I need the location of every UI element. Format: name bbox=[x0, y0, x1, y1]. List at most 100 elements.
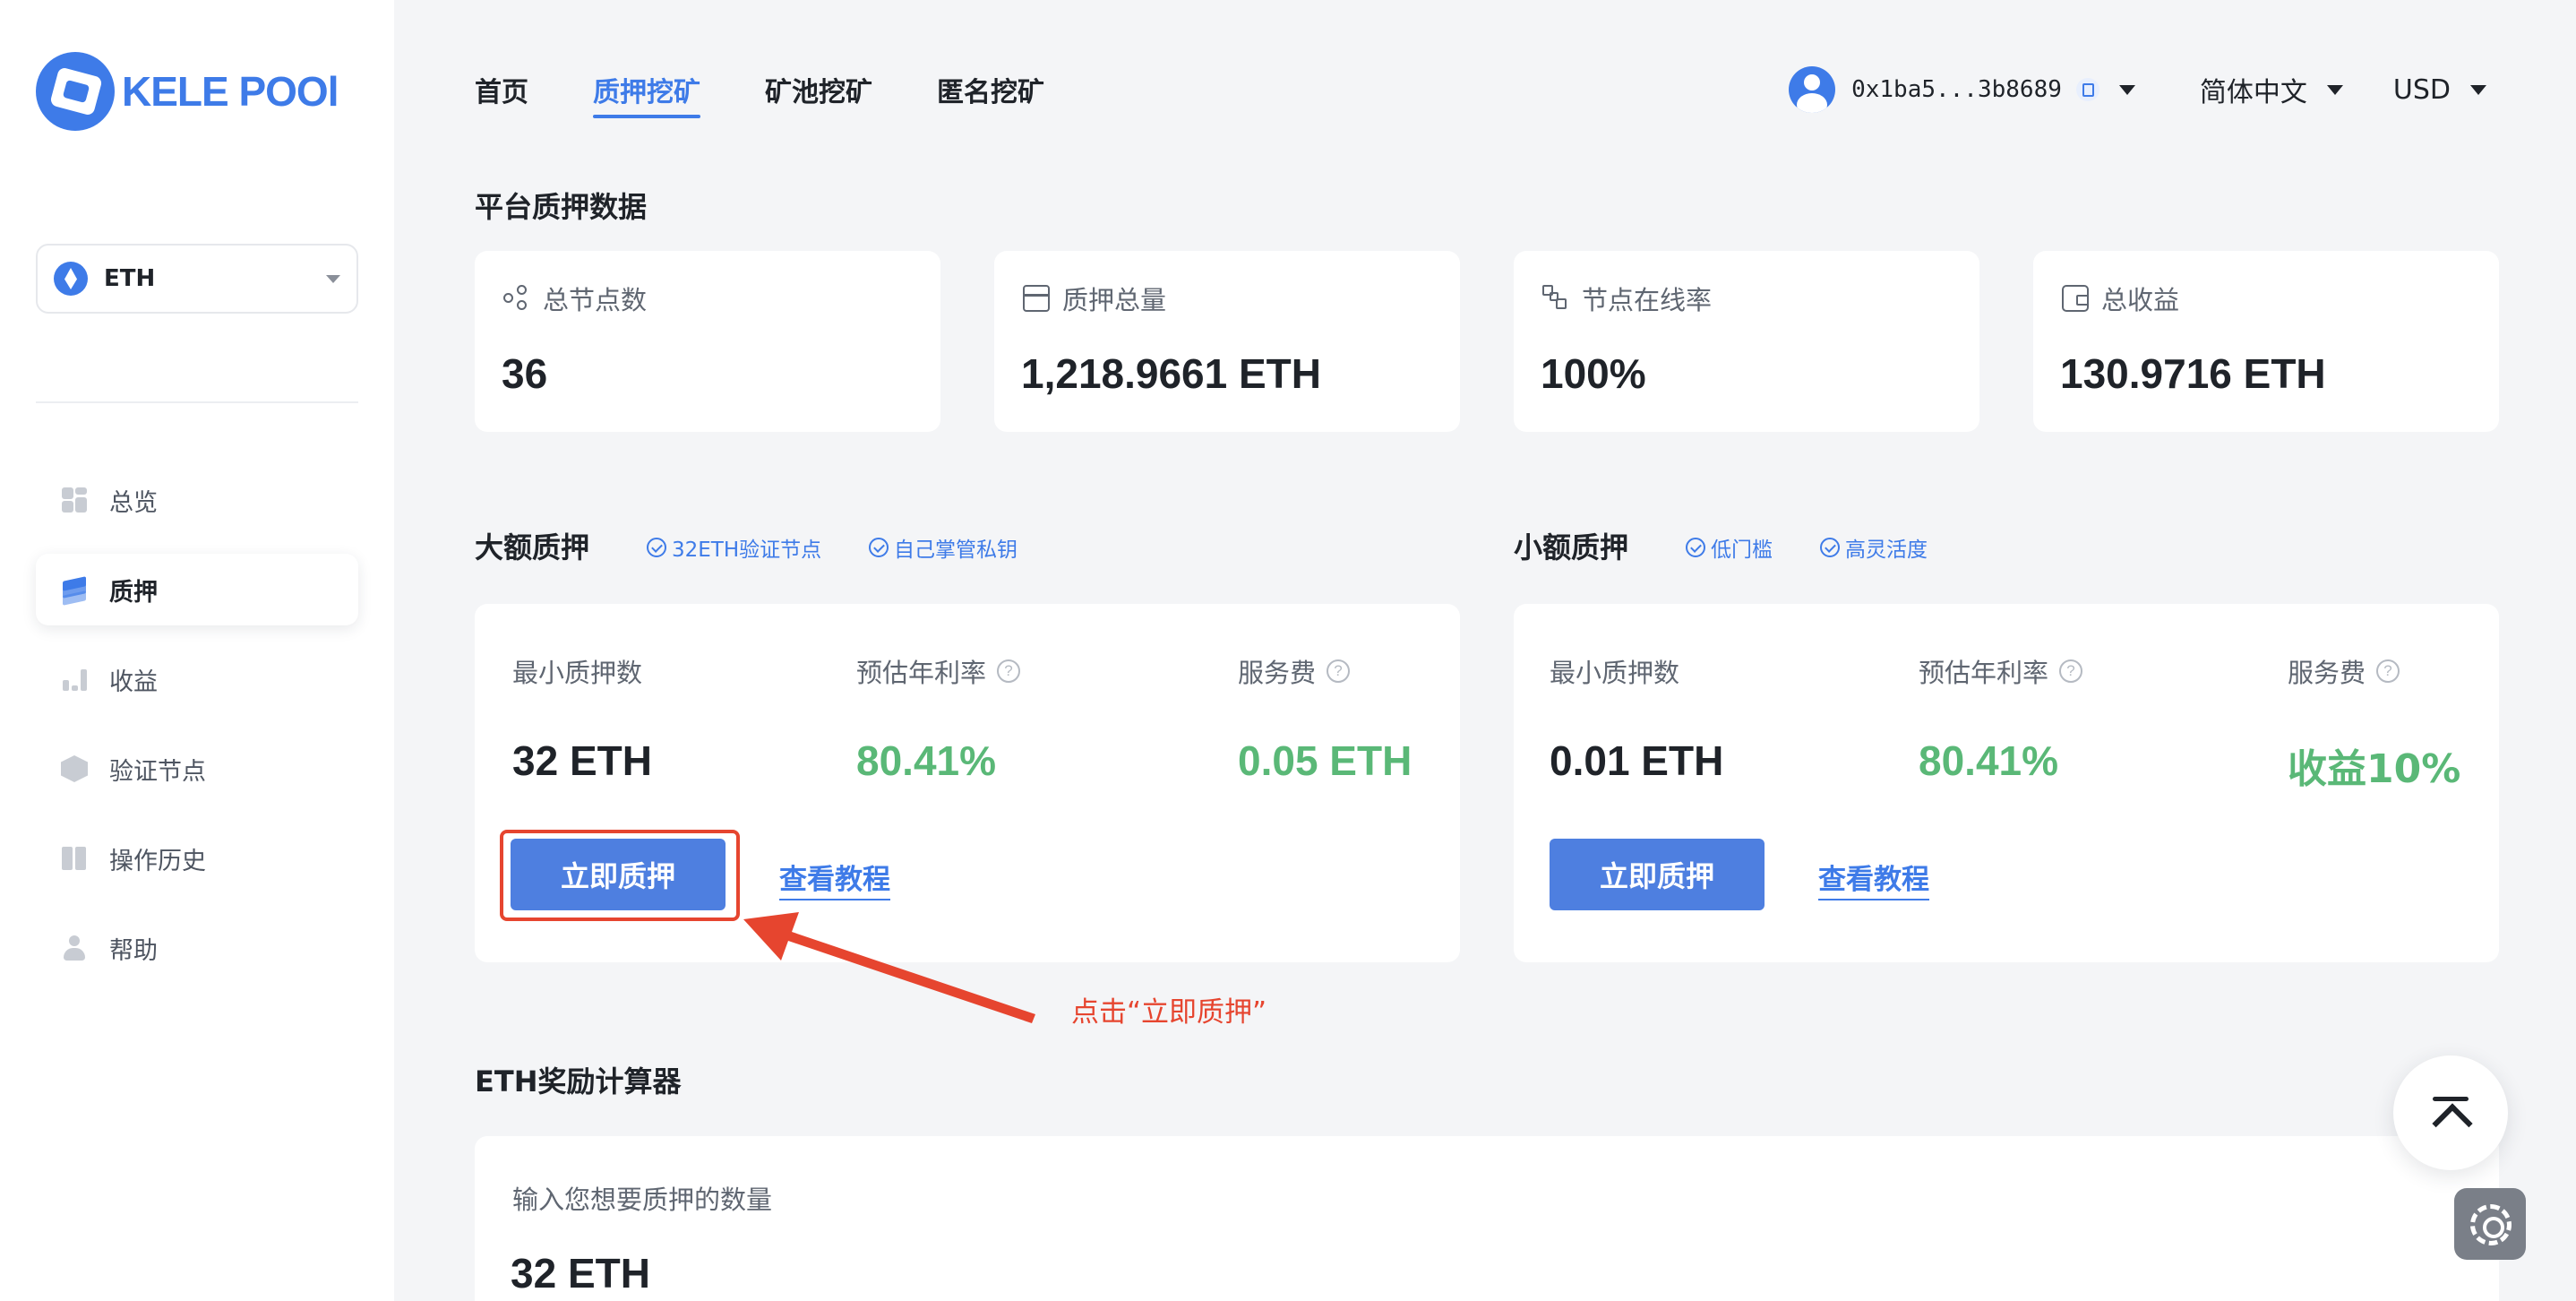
coin-select[interactable]: ETH bbox=[36, 244, 358, 314]
sidebar-item-earnings[interactable]: 收益 bbox=[36, 643, 358, 715]
stake-amount-input[interactable]: 32 ETH bbox=[511, 1249, 650, 1297]
calculator-card: 输入您想要质押的数量 32 ETH bbox=[475, 1136, 2499, 1301]
logo-text: KELE POOl bbox=[122, 68, 339, 115]
book-icon bbox=[61, 845, 88, 872]
stat-value: 36 bbox=[502, 350, 548, 397]
top-nav: 首页 质押挖矿 矿池挖矿 匿名挖矿 bbox=[475, 70, 1109, 118]
apr-label: 预估年利率 bbox=[1919, 658, 2049, 688]
sidebar-item-history[interactable]: 操作历史 bbox=[36, 823, 358, 894]
check-circle-icon bbox=[1820, 538, 1840, 557]
sidebar-item-label: 操作历史 bbox=[109, 847, 206, 875]
stake-now-button[interactable]: 立即质押 bbox=[1550, 839, 1765, 910]
feature-tag-label: 32ETH验证节点 bbox=[672, 538, 822, 562]
stat-label: 质押总量 bbox=[1062, 285, 1167, 315]
help-icon[interactable]: ? bbox=[997, 659, 1021, 683]
min-stake-label: 最小质押数 bbox=[512, 658, 643, 688]
platform-stats-title: 平台质押数据 bbox=[475, 190, 648, 224]
stat-card-total-staked: 质押总量 1,218.9661 ETH bbox=[994, 251, 1460, 432]
box-icon bbox=[1023, 285, 1050, 312]
tab-staking[interactable]: 质押挖矿 bbox=[593, 70, 700, 118]
fee-label: 服务费 bbox=[2288, 658, 2366, 688]
sidebar-item-validators[interactable]: 验证节点 bbox=[36, 733, 358, 805]
brand-logo[interactable]: KELE POOl bbox=[36, 52, 339, 131]
feature-tag: 高灵活度 bbox=[1820, 532, 1928, 563]
help-icon[interactable]: ? bbox=[2059, 659, 2083, 683]
user-icon bbox=[61, 935, 88, 961]
feature-tag-label: 低门槛 bbox=[1711, 538, 1773, 562]
fee-value: 0.05 ETH bbox=[1238, 737, 1413, 784]
fee-block: 服务费? 0.05 ETH bbox=[1238, 652, 1412, 785]
check-circle-icon bbox=[1686, 538, 1705, 557]
help-icon[interactable]: ? bbox=[1327, 659, 1351, 683]
annotation-arrow-icon bbox=[743, 912, 1035, 1023]
sidebar-item-label: 质押 bbox=[109, 578, 158, 607]
eth-icon bbox=[54, 262, 88, 296]
avatar[interactable] bbox=[1789, 66, 1836, 113]
fee-value: 收益10% bbox=[2288, 746, 2461, 792]
annotation-text: 点击“立即质押” bbox=[1071, 996, 1267, 1029]
fee-label: 服务费 bbox=[1238, 658, 1317, 688]
view-tutorial-link[interactable]: 查看教程 bbox=[779, 857, 890, 900]
stat-card-online-rate: 节点在线率 100% bbox=[1514, 251, 1979, 432]
sidebar-divider bbox=[36, 401, 358, 403]
sidebar-item-overview[interactable]: 总览 bbox=[36, 464, 358, 536]
copy-icon[interactable] bbox=[2075, 78, 2099, 101]
header-actions: 0x1ba5...3b8689 简体中文 USD bbox=[1789, 65, 2486, 115]
calculator-title: ETH奖励计算器 bbox=[475, 1064, 682, 1099]
apr-label: 预估年利率 bbox=[856, 658, 987, 688]
sidebar-item-label: 验证节点 bbox=[109, 757, 206, 786]
help-icon[interactable]: ? bbox=[2376, 659, 2400, 683]
nodes-icon bbox=[503, 285, 530, 312]
stat-card-total-earnings: 总收益 130.9716 ETH bbox=[2033, 251, 2499, 432]
layers-icon bbox=[61, 576, 88, 606]
tab-pool-mining[interactable]: 矿池挖矿 bbox=[765, 70, 872, 118]
sidebar-item-label: 总览 bbox=[109, 488, 158, 517]
settings-gear-icon[interactable] bbox=[2454, 1188, 2526, 1260]
back-to-top-button[interactable] bbox=[2393, 1055, 2508, 1170]
stat-value: 130.9716 ETH bbox=[2060, 350, 2326, 397]
stat-value: 1,218.9661 ETH bbox=[1021, 350, 1322, 397]
stat-label: 总节点数 bbox=[543, 285, 648, 315]
min-stake-block: 最小质押数 32 ETH bbox=[512, 652, 652, 785]
chevron-down-icon[interactable] bbox=[2470, 84, 2486, 95]
annotation-highlight-box bbox=[500, 830, 740, 921]
sidebar-item-pledge[interactable]: 质押 bbox=[36, 554, 358, 625]
check-circle-icon bbox=[647, 538, 666, 557]
language-select[interactable]: 简体中文 bbox=[2200, 70, 2307, 109]
check-circle-icon bbox=[869, 538, 889, 557]
sidebar-item-help[interactable]: 帮助 bbox=[36, 912, 358, 984]
sidebar-item-label: 收益 bbox=[109, 668, 158, 696]
feature-tag: 32ETH验证节点 bbox=[647, 532, 821, 563]
tab-anonymous-mining[interactable]: 匿名挖矿 bbox=[937, 70, 1044, 118]
min-stake-block: 最小质押数 0.01 ETH bbox=[1550, 652, 1723, 785]
view-tutorial-link[interactable]: 查看教程 bbox=[1818, 857, 1929, 900]
sidebar-nav: 总览 质押 收益 验证节点 操作历史 帮助 bbox=[36, 464, 358, 1002]
cube-icon bbox=[61, 755, 88, 782]
apr-value: 80.41% bbox=[1919, 737, 2059, 784]
fee-block: 服务费? 收益10% bbox=[2288, 652, 2460, 794]
feature-tag-label: 自己掌管私钥 bbox=[894, 538, 1018, 562]
stat-label: 节点在线率 bbox=[1582, 285, 1713, 315]
min-stake-value: 0.01 ETH bbox=[1550, 737, 1724, 784]
currency-select[interactable]: USD bbox=[2393, 74, 2451, 106]
wallet-icon bbox=[2062, 285, 2089, 312]
coin-select-label: ETH bbox=[104, 265, 156, 292]
chevron-down-icon bbox=[326, 274, 340, 283]
feature-tag: 自己掌管私钥 bbox=[869, 532, 1018, 563]
small-pledge-title: 小额质押 bbox=[1514, 530, 1629, 564]
online-icon bbox=[1542, 285, 1569, 312]
stat-card-nodes: 总节点数 36 bbox=[475, 251, 940, 432]
feature-tag-label: 高灵活度 bbox=[1845, 538, 1928, 562]
min-stake-value: 32 ETH bbox=[512, 737, 652, 784]
apr-block: 预估年利率? 80.41% bbox=[1919, 652, 2083, 785]
stake-amount-label: 输入您想要质押的数量 bbox=[512, 1185, 773, 1215]
apr-block: 预估年利率? 80.41% bbox=[856, 652, 1021, 785]
grid-icon bbox=[61, 487, 88, 513]
large-pledge-title: 大额质押 bbox=[475, 530, 590, 564]
tab-home[interactable]: 首页 bbox=[475, 70, 528, 118]
chevron-down-icon[interactable] bbox=[2118, 84, 2135, 95]
stat-value: 100% bbox=[1541, 350, 1646, 397]
chevron-down-icon[interactable] bbox=[2326, 84, 2343, 95]
apr-value: 80.41% bbox=[856, 737, 997, 784]
min-stake-label: 最小质押数 bbox=[1550, 658, 1680, 688]
